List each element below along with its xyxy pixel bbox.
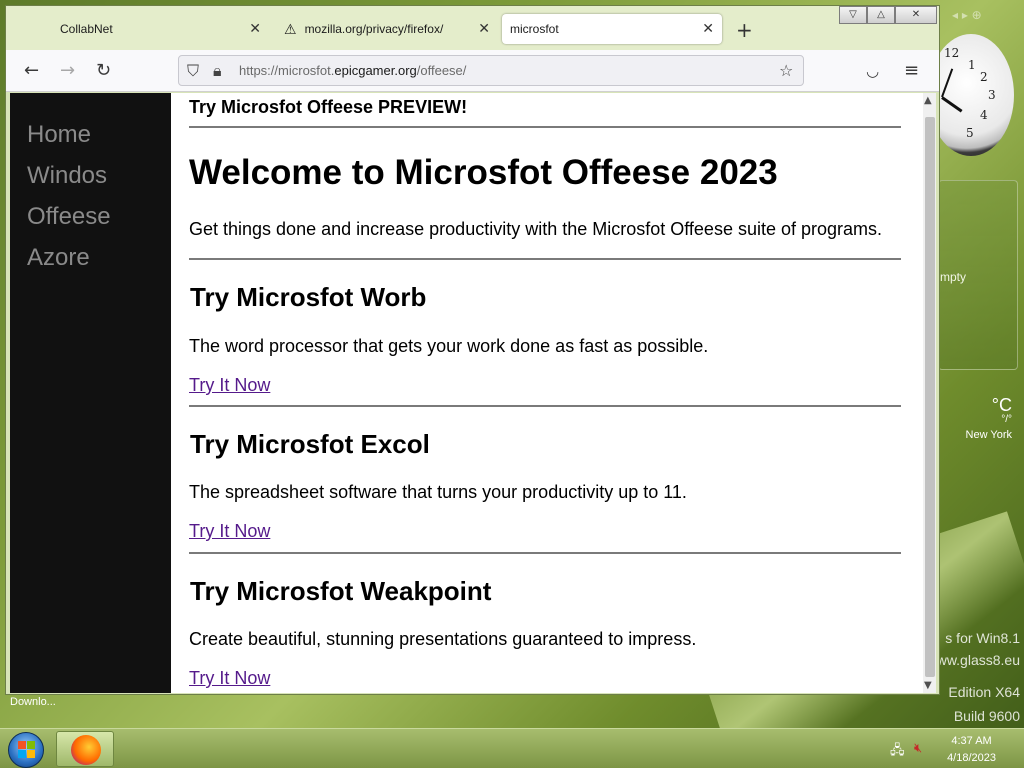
- page-title: Welcome to Microsfot Offeese 2023: [189, 153, 778, 192]
- divider: [189, 126, 901, 128]
- volume-muted-icon[interactable]: 🔇︎: [914, 741, 922, 756]
- maximize-icon[interactable]: △: [867, 6, 895, 24]
- watermark-line: ww.glass8.eu: [936, 652, 1020, 668]
- clock-number: 1: [968, 58, 976, 72]
- shield-icon[interactable]: ⛉: [187, 61, 199, 81]
- clock-date: 4/18/2023: [947, 752, 996, 764]
- firefox-icon: [71, 735, 101, 765]
- nav-link-home[interactable]: Home: [27, 121, 91, 149]
- menu-icon[interactable]: ≡: [904, 60, 919, 81]
- watermark-line: Build 9600: [953, 708, 1020, 724]
- nav-link-windos[interactable]: Windos: [27, 162, 107, 190]
- page-viewport: Home Windos Offeese Azore Try Microsfot …: [10, 93, 936, 693]
- product-description: The spreadsheet software that turns your…: [189, 482, 687, 502]
- product-heading: Try Microsfot Worb: [190, 282, 427, 312]
- warning-icon: ⚠: [284, 20, 297, 37]
- forward-icon[interactable]: →: [60, 60, 75, 81]
- clock-number: 5: [966, 126, 974, 140]
- navigation-toolbar: ← → ↻ ⛉ 🔒︎ https://microsfot.epicgamer.o…: [6, 50, 939, 92]
- gadget-panel-text: mpty: [940, 270, 967, 284]
- reload-icon[interactable]: ↻: [96, 60, 111, 81]
- start-button[interactable]: [8, 732, 44, 768]
- tab-collabnet[interactable]: CollabNet ✕: [14, 14, 269, 44]
- url-prefix: https://microsfot.: [239, 63, 335, 78]
- close-tab-icon[interactable]: ✕: [702, 20, 714, 37]
- weather-gadget[interactable]: °C °/° New York: [948, 396, 1012, 452]
- product-description: Create beautiful, stunning presentations…: [189, 629, 697, 649]
- try-it-now-link[interactable]: Try It Now: [189, 375, 270, 396]
- try-it-now-link[interactable]: Try It Now: [189, 668, 270, 689]
- nav-link-azore[interactable]: Azore: [27, 244, 90, 272]
- preview-banner: Try Microsfot Offeese PREVIEW!: [189, 97, 468, 117]
- tab-mozilla-privacy[interactable]: ⚠ mozilla.org/privacy/firefox/ ✕: [276, 14, 498, 44]
- divider: [189, 258, 901, 260]
- clock-number: 12: [944, 46, 960, 60]
- clock-number: 4: [980, 108, 988, 122]
- download-status: Downlo...: [10, 696, 56, 708]
- intro-text: Get things done and increase productivit…: [189, 219, 883, 239]
- url-bar[interactable]: ⛉ 🔒︎ https://microsfot.epicgamer.org/off…: [178, 55, 804, 86]
- windows-logo-icon: [18, 741, 36, 759]
- try-it-now-link[interactable]: Try It Now: [189, 521, 270, 542]
- minimize-icon[interactable]: ▽: [839, 6, 867, 24]
- divider: [189, 405, 901, 407]
- watermark-line: s for Win8.1: [945, 630, 1020, 646]
- watermark-line: Edition X64: [948, 684, 1020, 700]
- nav-link-offeese[interactable]: Offeese: [27, 203, 111, 231]
- weather-range: °/°: [1001, 414, 1012, 425]
- taskbar: 🖧︎ 🔇︎ 4:37 AM 4/18/2023: [0, 728, 1024, 768]
- scroll-down-icon[interactable]: ▼: [924, 680, 932, 691]
- site-sidebar: Home Windos Offeese Azore: [10, 93, 171, 693]
- scroll-up-icon[interactable]: ▲: [924, 95, 932, 106]
- browser-window: CollabNet ✕ ⚠ mozilla.org/privacy/firefo…: [5, 5, 940, 695]
- new-tab-icon[interactable]: +: [736, 18, 753, 42]
- clock-time: 4:37 AM: [951, 735, 992, 747]
- close-window-icon[interactable]: ✕: [895, 6, 937, 24]
- weather-city: New York: [965, 429, 1012, 441]
- scroll-thumb[interactable]: [925, 117, 935, 677]
- url-path: /offeese/: [416, 63, 467, 78]
- vertical-scrollbar[interactable]: ▲ ▼: [923, 93, 936, 693]
- url-domain: epicgamer.org: [334, 63, 417, 78]
- clock-number: 2: [980, 70, 988, 84]
- close-tab-icon[interactable]: ✕: [478, 20, 490, 37]
- product-heading: Try Microsfot Weakpoint: [190, 576, 492, 606]
- product-heading: Try Microsfot Excol: [190, 429, 430, 459]
- divider: [189, 552, 901, 554]
- back-icon[interactable]: ←: [24, 60, 39, 81]
- bookmark-star-icon[interactable]: ☆: [779, 61, 793, 80]
- pocket-icon[interactable]: ◡: [866, 62, 879, 80]
- product-description: The word processor that gets your work d…: [189, 336, 709, 356]
- tab-label: CollabNet: [60, 22, 113, 36]
- gadget-controls: ◂ ▸ ⊕: [952, 8, 982, 22]
- url-text[interactable]: https://microsfot.epicgamer.org/offeese/: [239, 63, 466, 78]
- clock-number: 3: [988, 88, 996, 102]
- taskbar-firefox[interactable]: [56, 731, 114, 767]
- system-tray: 🖧︎ 🔇︎ 4:37 AM 4/18/2023: [874, 729, 1024, 768]
- tab-label: microsfot: [510, 22, 559, 36]
- network-icon[interactable]: 🖧︎: [890, 741, 905, 763]
- weather-temperature: °C: [991, 395, 1012, 415]
- tab-strip: CollabNet ✕ ⚠ mozilla.org/privacy/firefo…: [6, 6, 939, 50]
- tab-microsfot[interactable]: microsfot ✕: [502, 14, 722, 44]
- tab-label: mozilla.org/privacy/firefox/: [304, 22, 444, 36]
- clock-gadget[interactable]: 12 1 2 3 4 5: [928, 30, 1016, 158]
- clock[interactable]: 4:37 AM 4/18/2023: [947, 733, 996, 767]
- window-controls: ▽ △ ✕: [839, 6, 937, 24]
- close-tab-icon[interactable]: ✕: [249, 20, 261, 37]
- lock-icon[interactable]: 🔒︎: [213, 61, 222, 81]
